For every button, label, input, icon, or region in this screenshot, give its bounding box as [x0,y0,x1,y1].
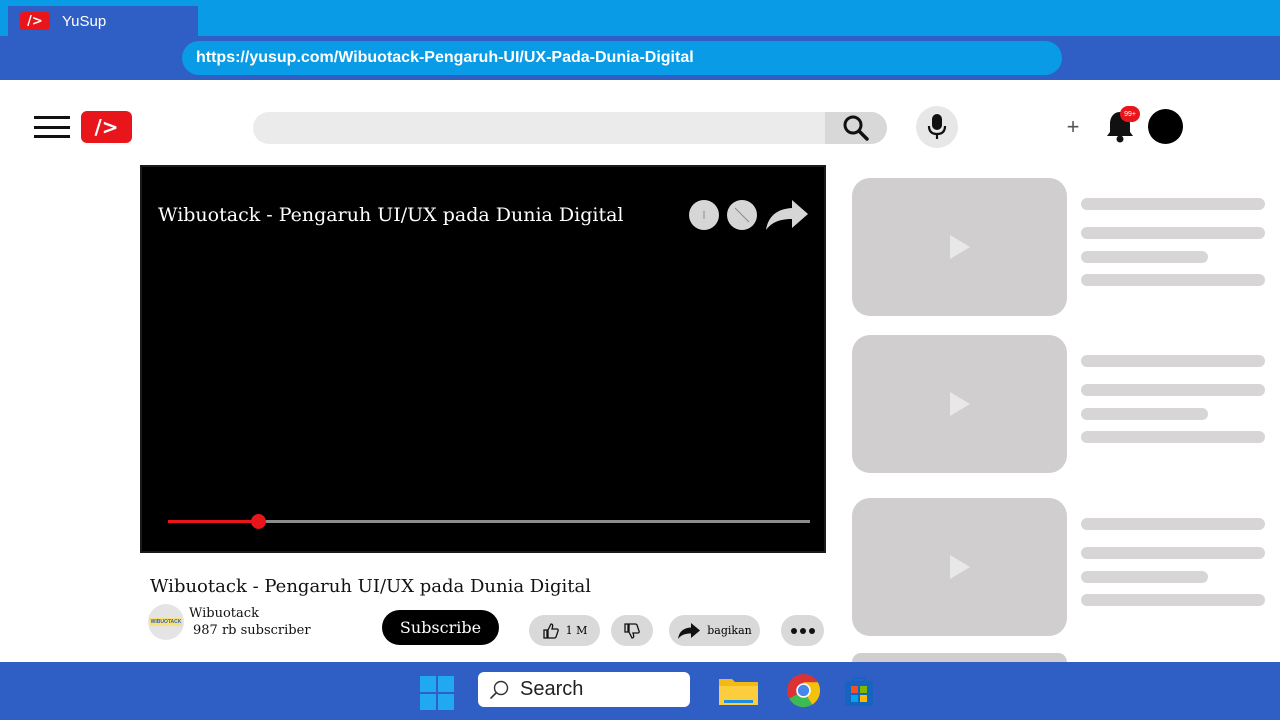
play-icon [949,555,970,579]
windows-start-icon[interactable] [420,676,454,710]
more-dot [808,627,815,634]
player-info-button[interactable] [689,200,719,230]
progress-bar[interactable] [168,514,810,529]
address-url: https://yusup.com/Wibuotack-Pengaruh-UI/… [196,49,694,66]
more-dot [799,627,806,634]
progress-fill [168,520,258,523]
player-watch-later-button[interactable] [727,200,757,230]
info-icon [703,211,705,219]
recommendation-thumbnail[interactable] [852,178,1067,316]
chrome-browser-icon[interactable] [786,673,821,708]
video-title: Wibuotack - Pengaruh UI/UX pada Dunia Di… [150,576,591,597]
browser-tab[interactable]: /> YuSup [8,6,198,36]
screen: /> YuSup https://yusup.com/Wibuotack-Pen… [0,0,1280,720]
more-dot [790,627,797,634]
dislike-button[interactable] [611,615,653,646]
subscriber-count: 987 rb subscriber [193,623,311,638]
app-logo[interactable]: /> [81,111,132,143]
recommendation-text-placeholder [1081,408,1208,420]
video-player[interactable]: Wibuotack - Pengaruh UI/UX pada Dunia Di… [140,165,826,553]
menu-icon[interactable] [34,116,70,138]
search-input[interactable] [253,112,825,144]
recommendation-thumbnail[interactable] [852,653,1067,662]
share-icon [678,622,701,639]
recommendation-text-placeholder [1081,355,1265,367]
taskbar-search-label: Search [520,678,584,700]
clock-icon [734,207,750,223]
channel-avatar[interactable]: WIBUOTACK [148,604,184,640]
search-icon [843,115,869,141]
recommendation-text-placeholder [1081,518,1265,530]
recommendation-thumbnail[interactable] [852,498,1067,636]
play-icon [949,392,970,416]
channel-avatar-logo: WIBUOTACK [149,618,183,626]
more-options-button[interactable] [781,615,824,646]
recommendation-text-placeholder [1081,274,1265,286]
recommendation-text-placeholder [1081,594,1265,606]
create-button[interactable]: + [1062,114,1084,140]
share-arrow-icon[interactable] [764,197,810,233]
player-title: Wibuotack - Pengaruh UI/UX pada Dunia Di… [158,204,624,226]
like-count: 1 M [565,624,588,637]
recommendation-text-placeholder [1081,198,1265,210]
tab-title: YuSup [62,12,107,30]
tab-favicon-icon: /> [20,12,50,30]
address-bar[interactable]: https://yusup.com/Wibuotack-Pengaruh-UI/… [182,41,1062,75]
play-icon [949,235,970,259]
like-button[interactable]: 1 M [529,615,600,646]
search-icon [490,680,509,699]
voice-search-button[interactable] [916,106,958,148]
search-button[interactable] [825,112,887,144]
recommendation-text-placeholder [1081,384,1265,396]
thumbs-down-icon [624,622,640,639]
browser-toolbar: https://yusup.com/Wibuotack-Pengaruh-UI/… [0,36,1280,80]
recommendation-text-placeholder [1081,227,1265,239]
recommendation-text-placeholder [1081,547,1265,559]
microsoft-store-icon[interactable] [843,675,875,707]
recommendation-text-placeholder [1081,431,1265,443]
search-bar [253,112,887,144]
browser-titlebar: /> YuSup [0,0,1280,36]
microphone-icon [927,114,947,139]
recommendation-text-placeholder [1081,571,1208,583]
subscribe-button[interactable]: Subscribe [382,610,499,645]
share-label: bagikan [707,624,752,637]
recommendation-thumbnail[interactable] [852,335,1067,473]
user-avatar[interactable] [1148,109,1183,144]
channel-name[interactable]: Wibuotack [189,606,259,621]
share-button[interactable]: bagikan [669,615,760,646]
progress-handle[interactable] [250,514,266,529]
thumbs-up-icon [542,622,559,639]
taskbar-search[interactable]: Search [478,672,690,707]
notification-badge: 99+ [1120,106,1140,122]
file-explorer-icon[interactable] [718,676,759,706]
recommendation-text-placeholder [1081,251,1208,263]
